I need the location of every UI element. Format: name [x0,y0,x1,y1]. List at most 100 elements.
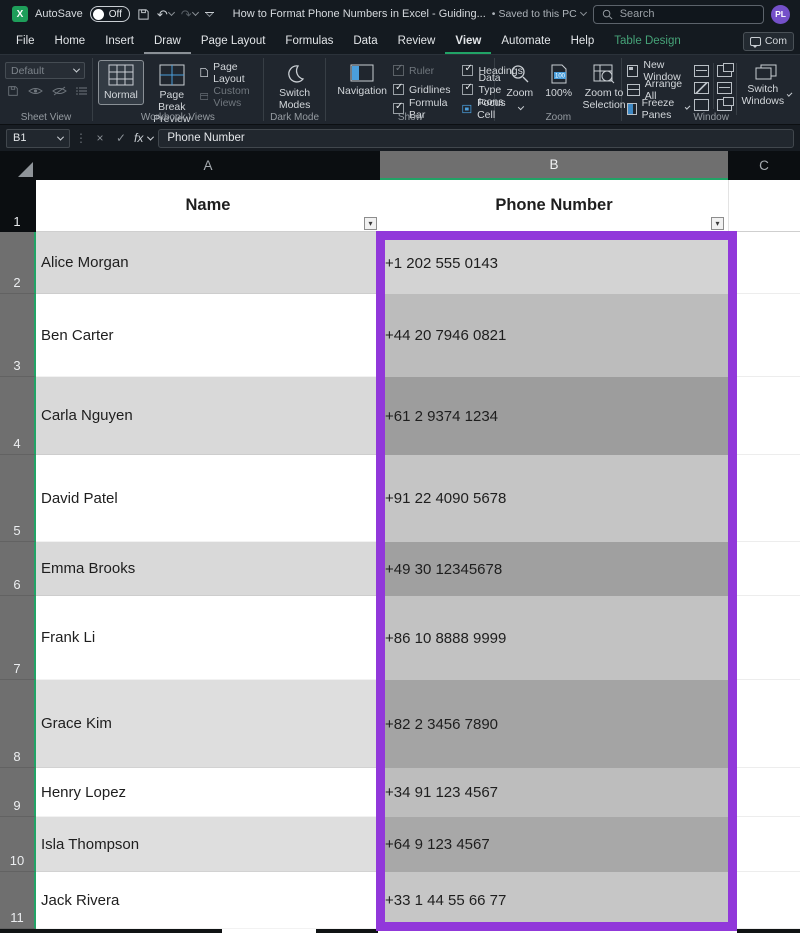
cell-C10[interactable] [728,817,800,872]
cell-C3[interactable] [728,294,800,377]
column-header-B[interactable]: B [380,151,728,180]
tab-page-layout[interactable]: Page Layout [191,28,276,54]
row-header-11[interactable]: 11 [0,872,36,929]
hide-sheet-view-icon[interactable] [52,86,67,96]
cell-C6[interactable] [728,542,800,596]
cell-B8-phone[interactable]: +82 2 3456 7890 [380,680,728,768]
formula-input[interactable]: Phone Number [158,129,794,148]
exit-sheet-view-icon[interactable] [28,86,43,96]
row-header-7[interactable]: 7 [0,596,36,680]
tab-home[interactable]: Home [45,28,96,54]
cell-C8[interactable] [728,680,800,768]
cell-B7-phone[interactable]: +86 10 8888 9999 [380,596,728,680]
sheet-view-dropdown[interactable]: Default [5,62,85,79]
cell-A6-name[interactable]: Emma Brooks [36,542,380,596]
row-header-8[interactable]: 8 [0,680,36,768]
cell-C11[interactable] [728,872,800,929]
split-icon[interactable] [694,65,709,77]
cell-C9[interactable] [728,768,800,817]
name-box[interactable]: B1 [6,129,70,148]
cell-B1-phone-header[interactable]: Phone Number ▾ [380,180,728,232]
tab-formulas[interactable]: Formulas [275,28,343,54]
tab-help[interactable]: Help [561,28,605,54]
filter-dropdown-icon[interactable]: ▾ [711,217,724,230]
cell-C5[interactable] [728,455,800,542]
hide-icon[interactable] [694,82,709,94]
save-icon[interactable] [137,8,150,21]
cell-A8-name[interactable]: Grace Kim [36,680,380,768]
tab-table-design[interactable]: Table Design [604,28,690,54]
undo-button[interactable]: ↶ [157,8,174,21]
column-header-A[interactable]: A [36,151,380,180]
cell-A7-name[interactable]: Frank Li [36,596,380,680]
autosave-toggle[interactable]: Off [90,6,130,22]
tab-draw[interactable]: Draw [144,28,191,54]
cell-A1-name-header[interactable]: Name ▾ [36,180,380,232]
normal-view-button[interactable]: Normal [98,60,144,105]
synchronous-scrolling-icon[interactable] [717,82,732,94]
redo-button[interactable]: ↷ [181,8,198,21]
tab-insert[interactable]: Insert [95,28,144,54]
cell-B10-phone[interactable]: +64 9 123 4567 [380,817,728,872]
custom-views-button[interactable]: Custom Views [200,88,258,105]
cell-A4-name[interactable]: Carla Nguyen [36,377,380,455]
keep-sheet-view-icon[interactable] [7,85,19,97]
zoom-button[interactable]: Zoom [500,60,539,103]
row-header-9[interactable]: 9 [0,768,36,817]
row-header-4[interactable]: 4 [0,377,36,455]
cell-A10-name[interactable]: Isla Thompson [36,817,380,872]
select-all-corner[interactable] [0,151,36,180]
tab-data[interactable]: Data [343,28,387,54]
cell-B4-phone[interactable]: +61 2 9374 1234 [380,377,728,455]
search-input[interactable]: Search [593,5,764,24]
sheet-view-options-icon[interactable] [76,86,88,96]
tab-review[interactable]: Review [388,28,446,54]
page-layout-button[interactable]: Page Layout [200,64,258,81]
cell-B9-phone[interactable]: +34 91 123 4567 [380,768,728,817]
enter-icon[interactable]: ✓ [113,131,129,145]
arrange-all-button[interactable]: Arrange All [627,81,689,98]
comments-button[interactable]: Com [743,32,794,51]
cell-A2-name[interactable]: Alice Morgan [36,232,380,294]
row-header-2[interactable]: 2 [0,232,36,294]
tab-automate[interactable]: Automate [491,28,560,54]
filter-dropdown-icon[interactable]: ▾ [364,217,377,230]
tab-view[interactable]: View [445,28,491,54]
view-side-by-side-icon[interactable] [717,65,732,77]
cell-C1[interactable] [728,180,800,232]
cell-B3-phone[interactable]: +44 20 7946 0821 [380,294,728,377]
new-window-button[interactable]: New Window [627,62,689,79]
insert-function-icon[interactable]: fx [134,131,143,145]
row-header-10[interactable]: 10 [0,817,36,872]
cancel-icon[interactable]: × [92,131,108,145]
cell-A9-name[interactable]: Henry Lopez [36,768,380,817]
switch-modes-button[interactable]: Switch Modes [269,60,321,115]
checkbox-gridlines[interactable]: Gridlines [393,81,450,98]
save-status[interactable]: • Saved to this PC [492,8,586,20]
column-header-C[interactable]: C [728,151,800,180]
row-header-6[interactable]: 6 [0,542,36,596]
customize-toolbar-button[interactable] [205,12,214,16]
cell-A11-name[interactable]: Jack Rivera [36,872,380,929]
cell-C4[interactable] [728,377,800,455]
cell-B5-phone[interactable]: +91 22 4090 5678 [380,455,728,542]
cell-A5-name[interactable]: David Patel [36,455,380,542]
row-header-1[interactable]: 1 [0,180,36,232]
cell-C7[interactable] [728,596,800,680]
row-header-3[interactable]: 3 [0,294,36,377]
cell-B11-phone[interactable]: +33 1 44 55 66 77 [380,872,728,929]
row-header-5[interactable]: 5 [0,455,36,542]
navigation-button[interactable]: Navigation [331,60,393,101]
cell-A3-name[interactable]: Ben Carter [36,294,380,377]
checkbox-ruler[interactable]: Ruler [393,62,450,79]
cell-B2-phone[interactable]: +1 202 555 0143 [380,232,728,294]
search-icon [602,9,613,20]
cell-B6-phone[interactable]: +49 30 12345678 [380,542,728,596]
zoom-100-button[interactable]: 100 100% [539,60,578,103]
cell-C2[interactable] [728,232,800,294]
avatar[interactable]: PL [771,5,790,24]
switch-windows-button[interactable]: Switch Windows [737,60,795,111]
unhide-icon[interactable] [694,99,709,111]
tab-file[interactable]: File [6,28,45,54]
reset-window-position-icon[interactable] [717,99,732,111]
